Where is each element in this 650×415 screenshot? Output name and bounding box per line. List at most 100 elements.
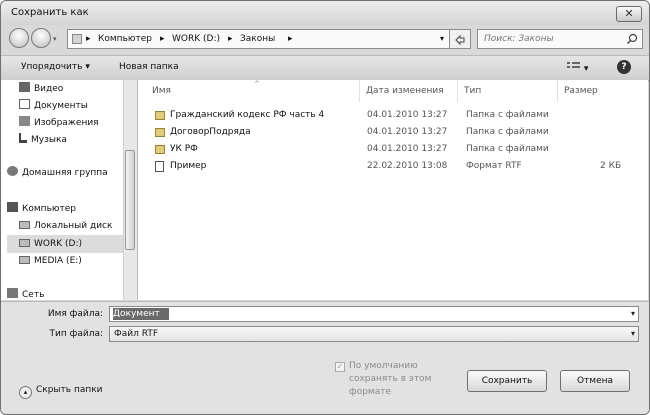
filetype-select[interactable]: Файл RTF ▾ <box>109 326 639 342</box>
folder-path-icon <box>72 34 82 44</box>
file-name: Гражданский кодекс РФ часть 4 <box>170 110 325 120</box>
sidebar-item-homegroup[interactable]: Домашняя группа <box>7 166 108 180</box>
folder-icon <box>155 145 165 154</box>
drive-icon <box>19 239 30 247</box>
filetype-dropdown-icon[interactable]: ▾ <box>631 329 635 338</box>
navigation-pane: Видео Документы Изображения Музыка Домаш… <box>1 80 138 300</box>
file-date: 04.01.2010 13:27 <box>367 127 448 137</box>
file-type: Папка с файлами <box>466 110 549 120</box>
filetype-label: Тип файла: <box>49 329 103 339</box>
window-title: Сохранить как <box>11 7 89 18</box>
documents-icon <box>19 99 30 109</box>
sidebar-item-documents[interactable]: Документы <box>19 99 88 113</box>
sidebar-item-label: Домашняя группа <box>22 168 108 178</box>
scrollbar-thumb[interactable] <box>125 150 135 250</box>
organize-caret-icon: ▾ <box>85 62 90 72</box>
view-caret-icon: ▾ <box>583 64 589 74</box>
sidebar-item-local-disk[interactable]: Локальный диск <box>19 219 112 233</box>
recent-pages-chevron-icon[interactable]: ▾ <box>53 35 57 43</box>
filename-dropdown-icon[interactable]: ▾ <box>631 309 635 318</box>
close-button[interactable]: ✕ <box>616 6 642 22</box>
column-header-type[interactable]: Тип <box>458 80 558 102</box>
folder-icon <box>155 111 165 120</box>
music-icon <box>19 133 27 143</box>
cancel-button[interactable]: Отмена <box>560 370 630 392</box>
search-box[interactable] <box>477 29 643 49</box>
forward-button[interactable] <box>31 28 51 48</box>
breadcrumb-work-drive[interactable]: WORK (D:) <box>172 34 220 44</box>
collapse-icon: ▴ <box>19 386 32 399</box>
rtf-file-icon <box>155 161 164 172</box>
sort-ascending-icon: ^ <box>254 80 260 88</box>
filetype-value: Файл RTF <box>114 329 158 339</box>
organize-menu[interactable]: Упорядочить ▾ <box>21 62 90 72</box>
breadcrumb-separator-icon[interactable]: ▸ <box>228 34 233 44</box>
hide-folders-label: Скрыть папки <box>36 385 103 395</box>
address-row: ▾ ▸ Компьютер ▸ WORK (D:) ▸ Законы ▸ ▾ <box>1 27 649 51</box>
sidebar-item-label: WORK (D:) <box>34 239 82 249</box>
file-name: УК РФ <box>170 144 198 154</box>
sidebar-item-label: MEDIA (E:) <box>34 256 82 266</box>
file-row[interactable]: ДоговорПодряда 04.01.2010 13:27 Папка с … <box>138 124 648 141</box>
file-type: Папка с файлами <box>466 144 549 154</box>
refresh-icon <box>455 34 465 46</box>
network-icon <box>7 288 18 298</box>
back-button[interactable] <box>9 28 29 48</box>
filename-field[interactable]: ▾ <box>109 306 639 322</box>
save-as-dialog: Сохранить как ✕ ▾ ▸ Компьютер ▸ WORK (D:… <box>0 0 650 415</box>
sidebar-item-network[interactable]: Сеть <box>7 288 44 300</box>
sidebar-scrollbar[interactable] <box>123 80 137 300</box>
file-date: 22.02.2010 13:08 <box>367 161 448 171</box>
organize-label: Упорядочить <box>21 62 83 72</box>
breadcrumb-laws[interactable]: Законы <box>240 34 275 44</box>
sidebar-item-label: Изображения <box>34 118 99 128</box>
breadcrumb-separator-icon[interactable]: ▸ <box>160 34 165 44</box>
sidebar-item-images[interactable]: Изображения <box>19 116 99 130</box>
file-type: Папка с файлами <box>466 127 549 137</box>
view-options-button[interactable]: ▾ <box>567 62 588 74</box>
file-size: 2 КБ <box>600 161 622 171</box>
new-folder-button[interactable]: Новая папка <box>119 62 179 72</box>
drive-icon <box>19 221 30 229</box>
file-list: Имя ^ Дата изменения Тип Размер Гражданс… <box>138 80 648 300</box>
sidebar-item-label: Музыка <box>31 135 67 145</box>
column-header-name[interactable]: Имя <box>146 80 360 102</box>
file-date: 04.01.2010 13:27 <box>367 110 448 120</box>
breadcrumb-computer[interactable]: Компьютер <box>98 34 152 44</box>
view-icon <box>567 62 580 68</box>
sidebar-item-label: Компьютер <box>22 204 76 214</box>
breadcrumb-separator-icon[interactable]: ▸ <box>288 34 293 44</box>
hide-folders-button[interactable]: ▴ Скрыть папки <box>19 385 103 399</box>
search-icon[interactable] <box>626 33 638 45</box>
command-toolbar: Упорядочить ▾ Новая папка ▾ ? <box>1 55 649 81</box>
images-icon <box>19 116 30 126</box>
file-row[interactable]: Пример 22.02.2010 13:08 Формат RTF 2 КБ <box>138 158 648 175</box>
file-name: Пример <box>170 161 207 171</box>
video-icon <box>19 82 30 92</box>
default-format-label: По умолчанию сохранять в этом формате <box>349 361 432 397</box>
filename-label: Имя файла: <box>47 309 103 319</box>
filename-input[interactable] <box>113 308 613 320</box>
help-icon[interactable]: ? <box>617 60 631 74</box>
drive-icon <box>19 256 30 264</box>
file-row[interactable]: УК РФ 04.01.2010 13:27 Папка с файлами <box>138 141 648 158</box>
address-dropdown-icon[interactable]: ▾ <box>440 34 444 43</box>
close-icon: ✕ <box>624 7 634 20</box>
sidebar-item-media-drive[interactable]: MEDIA (E:) <box>19 254 82 268</box>
search-input[interactable] <box>484 32 614 46</box>
breadcrumb-separator-icon[interactable]: ▸ <box>86 34 91 44</box>
default-format-checkbox[interactable]: ✓ <box>335 362 345 372</box>
sidebar-item-work-drive[interactable]: WORK (D:) <box>19 237 82 251</box>
file-type: Формат RTF <box>466 161 522 171</box>
sidebar-item-video[interactable]: Видео <box>19 82 63 96</box>
sidebar-item-computer[interactable]: Компьютер <box>7 202 76 216</box>
sidebar-item-music[interactable]: Музыка <box>19 133 67 147</box>
address-bar[interactable]: ▸ Компьютер ▸ WORK (D:) ▸ Законы ▸ ▾ <box>67 29 471 49</box>
column-header-size[interactable]: Размер <box>558 80 628 102</box>
save-button[interactable]: Сохранить <box>467 370 547 392</box>
folder-icon <box>155 128 165 137</box>
file-row[interactable]: Гражданский кодекс РФ часть 4 04.01.2010… <box>138 107 648 124</box>
computer-icon <box>7 202 18 212</box>
column-header-date[interactable]: Дата изменения <box>360 80 458 102</box>
refresh-button[interactable] <box>449 29 471 49</box>
